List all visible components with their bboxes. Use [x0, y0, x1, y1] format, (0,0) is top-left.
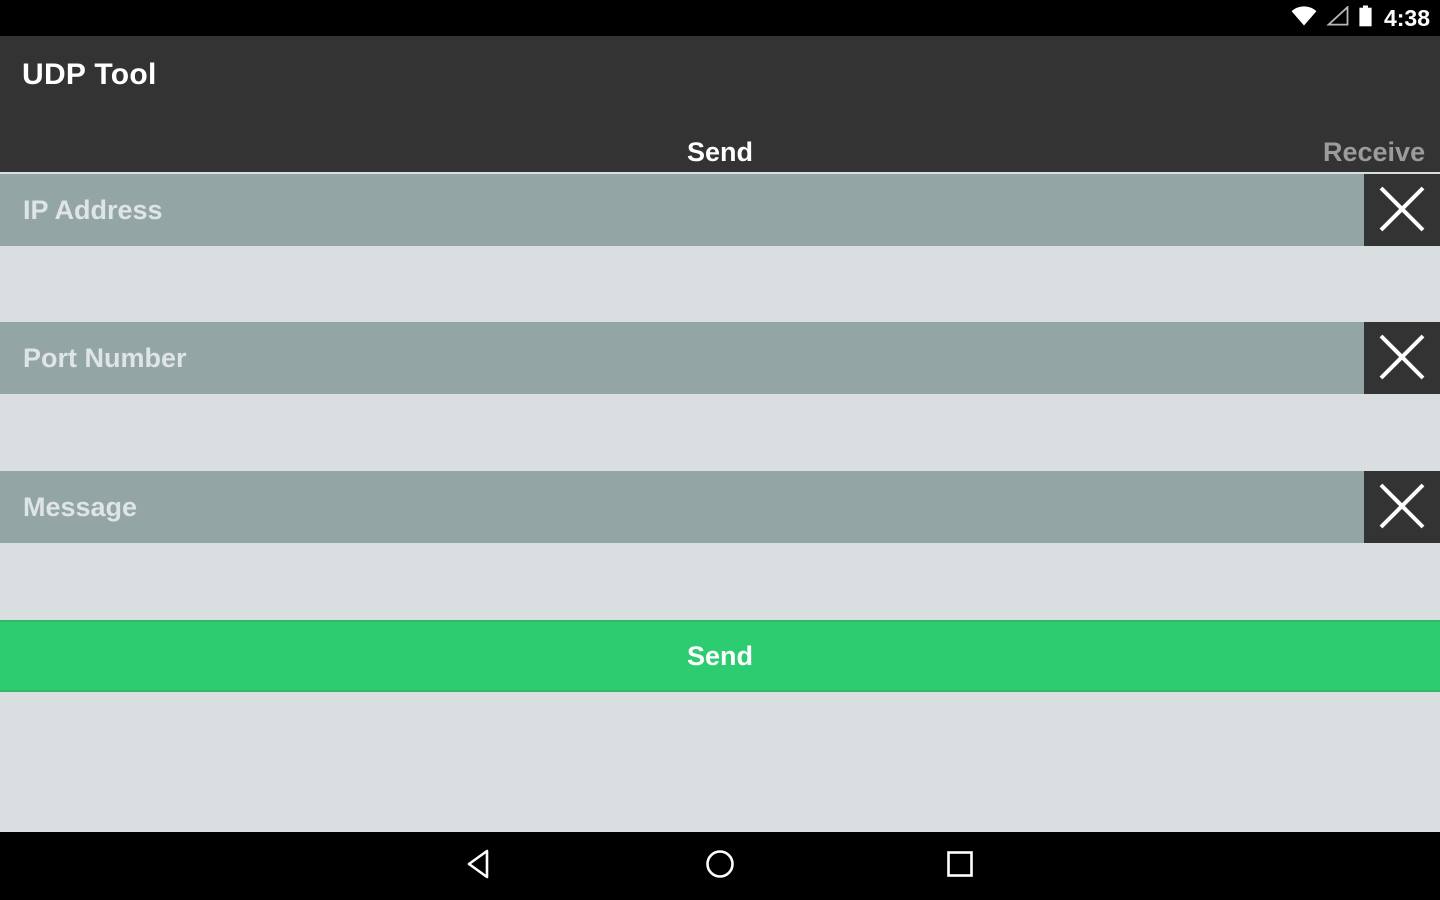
ip-address-row — [0, 174, 1440, 246]
back-triangle-icon — [465, 848, 495, 885]
status-bar: 4:38 — [0, 0, 1440, 36]
back-button[interactable] — [420, 832, 540, 900]
status-bar-clock: 4:38 — [1383, 5, 1430, 31]
close-icon — [1376, 183, 1428, 238]
close-icon — [1376, 480, 1428, 535]
tab-bar: Send Receive — [0, 132, 1440, 172]
ip-address-input[interactable] — [0, 174, 1364, 246]
home-button[interactable] — [660, 832, 780, 900]
message-clear-button[interactable] — [1364, 471, 1440, 543]
action-bar: UDP Tool Send Receive — [0, 36, 1440, 206]
close-icon — [1376, 331, 1428, 386]
ip-address-clear-button[interactable] — [1364, 174, 1440, 246]
port-number-input[interactable] — [0, 322, 1364, 394]
tab-send[interactable]: Send — [658, 132, 782, 172]
status-icon-group — [1291, 4, 1373, 32]
port-number-row — [0, 322, 1440, 394]
port-number-clear-button[interactable] — [1364, 322, 1440, 394]
tab-receive[interactable]: Receive — [1323, 132, 1425, 172]
app-screen: 4:38 UDP Tool Send Receive IP Address Po… — [0, 0, 1440, 900]
wifi-icon — [1291, 5, 1317, 31]
home-circle-icon — [704, 848, 736, 885]
battery-icon — [1358, 5, 1373, 32]
recents-button[interactable] — [900, 832, 1020, 900]
message-input[interactable] — [0, 471, 1364, 543]
send-form: Send — [0, 172, 1440, 832]
cell-signal-icon — [1326, 4, 1349, 31]
system-navigation-bar — [0, 832, 1440, 900]
recents-square-icon — [945, 849, 975, 884]
app-title: UDP Tool — [22, 58, 157, 91]
send-button[interactable]: Send — [0, 620, 1440, 692]
message-row — [0, 471, 1440, 543]
